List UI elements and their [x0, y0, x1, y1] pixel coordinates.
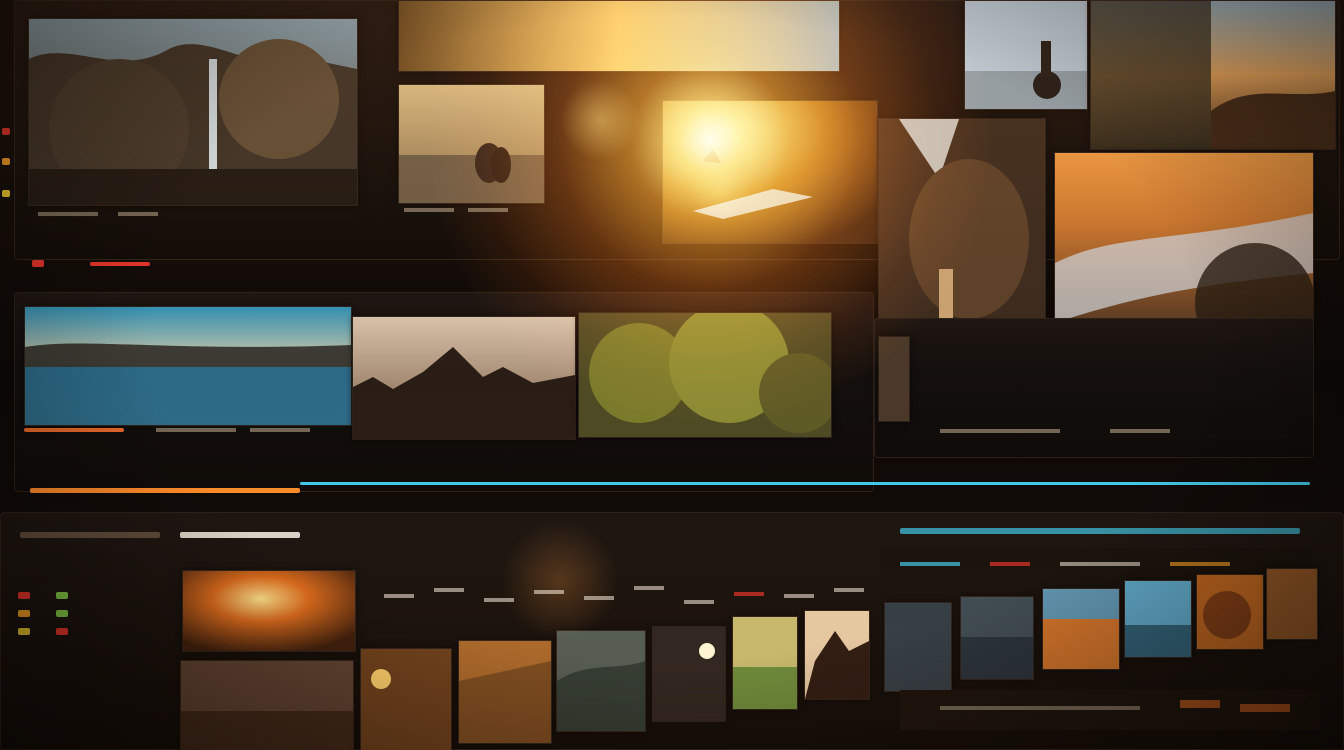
preview-top-band: [398, 0, 840, 72]
clip-green-valley: [732, 616, 798, 710]
top-center-timecode-strip: [398, 206, 543, 214]
preview-tree-dusk: [28, 18, 358, 206]
clip-ember-trees: [1196, 574, 1264, 650]
clip-golden-field: [458, 640, 552, 744]
led-indicator: [18, 628, 30, 635]
timeline-marker-orange: [24, 428, 124, 432]
control-readout: [20, 532, 160, 538]
led-indicator: [2, 190, 10, 197]
preview-tree-canopy: [578, 312, 832, 438]
middle-timecode-strip: [150, 426, 350, 434]
preview-plane-sunburst: [662, 100, 878, 244]
led-indicator: [56, 610, 68, 617]
clip-grey-sea: [960, 596, 1034, 680]
status-bar: [90, 262, 150, 266]
led-indicator: [2, 128, 10, 135]
led-indicator: [2, 158, 10, 165]
timeline-scrubber-cyan: [300, 482, 1310, 485]
led-indicator: [56, 592, 68, 599]
led-indicator: [56, 628, 68, 635]
preview-lake-mountain: [24, 306, 352, 426]
info-timecode-strip: [910, 424, 1290, 438]
clip-night-glow: [180, 660, 354, 750]
timeline-scrubber-orange: [30, 488, 300, 493]
preview-dark-figure: [878, 118, 1046, 320]
bottom-right-controls: [900, 690, 1320, 730]
editing-monitor-wall-photo: [0, 0, 1344, 750]
preview-motorcycle-rider: [964, 0, 1088, 110]
control-readout: [180, 532, 300, 538]
clip-brown-forest: [1266, 568, 1318, 640]
control-readout: [900, 528, 1300, 534]
preview-dim-clip: [878, 336, 910, 422]
led-indicator: [32, 260, 44, 267]
clip-dark-blue: [884, 602, 952, 692]
preview-sunset-field: [1090, 0, 1336, 150]
fader-row: [364, 578, 874, 618]
clip-blue-coast: [1124, 580, 1192, 658]
clip-rock-silhouette: [804, 610, 870, 700]
top-left-timecode-strip: [28, 210, 356, 218]
clip-street-lights: [360, 648, 452, 750]
clip-orange-desert: [1042, 588, 1120, 670]
clip-hillside: [556, 630, 646, 732]
preview-rock-silhouettes: [352, 316, 576, 440]
led-indicator: [18, 592, 30, 599]
clip-sunset-road: [182, 570, 356, 652]
led-indicator: [18, 610, 30, 617]
preview-figures-shore: [398, 84, 545, 204]
clip-sparkle: [652, 626, 726, 722]
